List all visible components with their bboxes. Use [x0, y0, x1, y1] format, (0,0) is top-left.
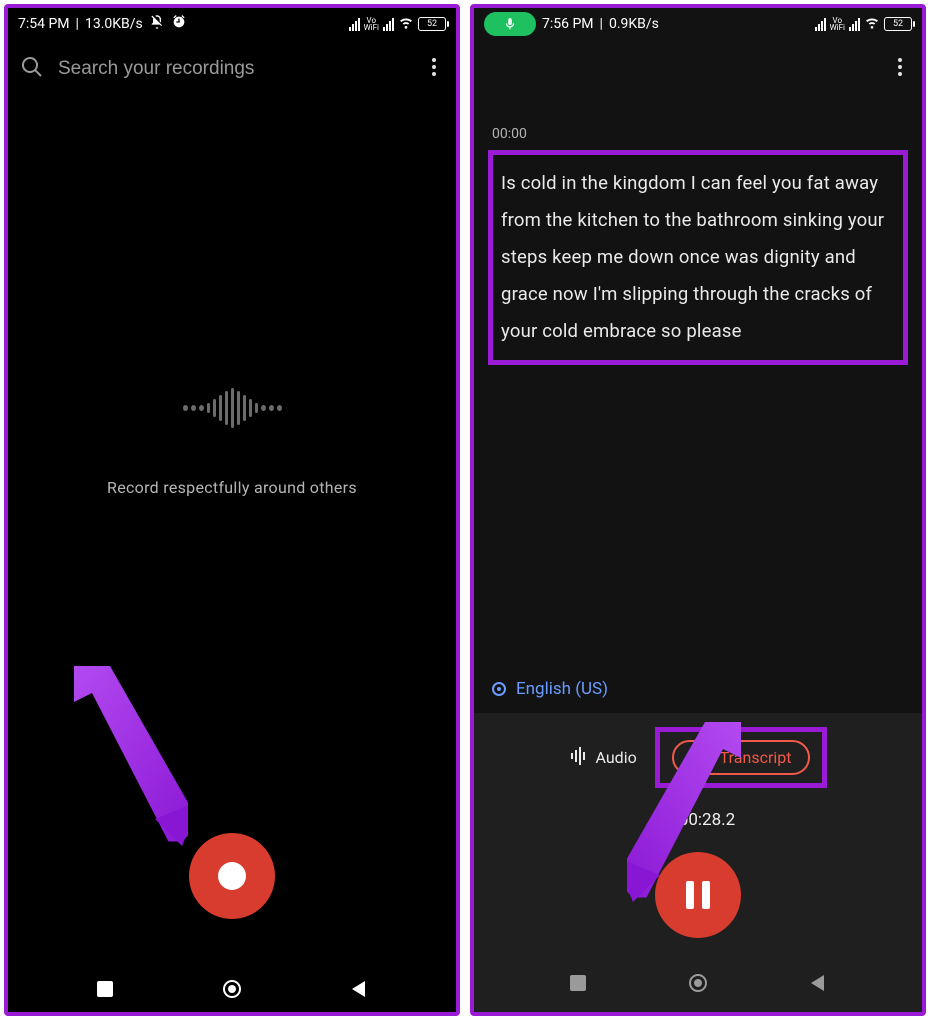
more-menu-icon[interactable]	[424, 50, 444, 88]
android-navbar	[488, 960, 908, 1006]
tab-audio-label: Audio	[596, 748, 637, 767]
nav-recent-icon[interactable]	[75, 979, 135, 999]
bottom-panel: Audio Transcript 00:28.2	[474, 713, 922, 1012]
mic-active-pill[interactable]	[484, 12, 536, 36]
transcript-start-time: 00:00	[492, 126, 908, 142]
status-net: 13.0KB/s	[85, 16, 143, 32]
tab-transcript[interactable]: Transcript	[672, 740, 810, 775]
phone-left: 7:54 PM | 13.0KB/s VoWiFi 52	[4, 4, 460, 1016]
pause-icon	[686, 881, 710, 909]
language-selector[interactable]: English (US)	[488, 667, 908, 713]
tab-transcript-label: Transcript	[720, 748, 792, 767]
recording-elapsed: 00:28.2	[661, 810, 735, 830]
signal-1-icon	[349, 18, 360, 31]
nav-home-icon[interactable]	[668, 972, 728, 994]
record-dot-icon	[218, 862, 246, 890]
more-menu-icon[interactable]	[890, 50, 910, 88]
nav-home-icon[interactable]	[202, 978, 262, 1000]
battery-icon: 52	[418, 17, 446, 31]
status-bar: 7:56 PM | 0.9KB/s VoWiFi 52	[474, 8, 922, 40]
pause-button[interactable]	[655, 852, 741, 938]
search-icon[interactable]	[20, 55, 44, 83]
tab-audio[interactable]: Audio	[570, 747, 637, 769]
vowifi-icon: VoWiFi	[830, 17, 845, 31]
nav-back-icon[interactable]	[788, 973, 848, 993]
radio-dot-icon	[492, 682, 506, 696]
phone-right: 7:56 PM | 0.9KB/s VoWiFi 52 00:00 Is col…	[470, 4, 926, 1016]
status-bar: 7:54 PM | 13.0KB/s VoWiFi 52	[8, 8, 456, 40]
empty-state: Record respectfully around others	[8, 98, 456, 786]
status-net: 0.9KB/s	[609, 16, 659, 32]
language-label: English (US)	[516, 679, 608, 699]
android-navbar	[8, 966, 456, 1012]
signal-2-icon	[383, 18, 394, 31]
recording-dot-icon	[661, 816, 669, 824]
wifi-icon	[398, 14, 414, 34]
empty-hint: Record respectfully around others	[107, 478, 357, 497]
record-button[interactable]	[189, 833, 275, 919]
search-input[interactable]	[58, 58, 410, 80]
signal-1-icon	[815, 18, 826, 31]
alarm-icon	[171, 14, 187, 34]
audio-bars-icon	[570, 747, 588, 769]
nav-back-icon[interactable]	[329, 979, 389, 999]
battery-icon: 52	[884, 17, 912, 31]
vowifi-icon: VoWiFi	[364, 17, 379, 31]
signal-2-icon	[849, 18, 860, 31]
search-row	[8, 40, 456, 98]
wifi-icon	[864, 14, 880, 34]
transcript-lines-icon	[690, 748, 710, 767]
transcript-text[interactable]: Is cold in the kingdom I can feel you fa…	[488, 150, 908, 365]
nav-recent-icon[interactable]	[548, 973, 608, 993]
annotation-highlight: Transcript	[655, 727, 827, 788]
bell-off-icon	[149, 14, 165, 34]
waveform-icon	[183, 388, 282, 428]
status-time: 7:54 PM	[18, 16, 70, 32]
status-time: 7:56 PM	[542, 16, 594, 32]
